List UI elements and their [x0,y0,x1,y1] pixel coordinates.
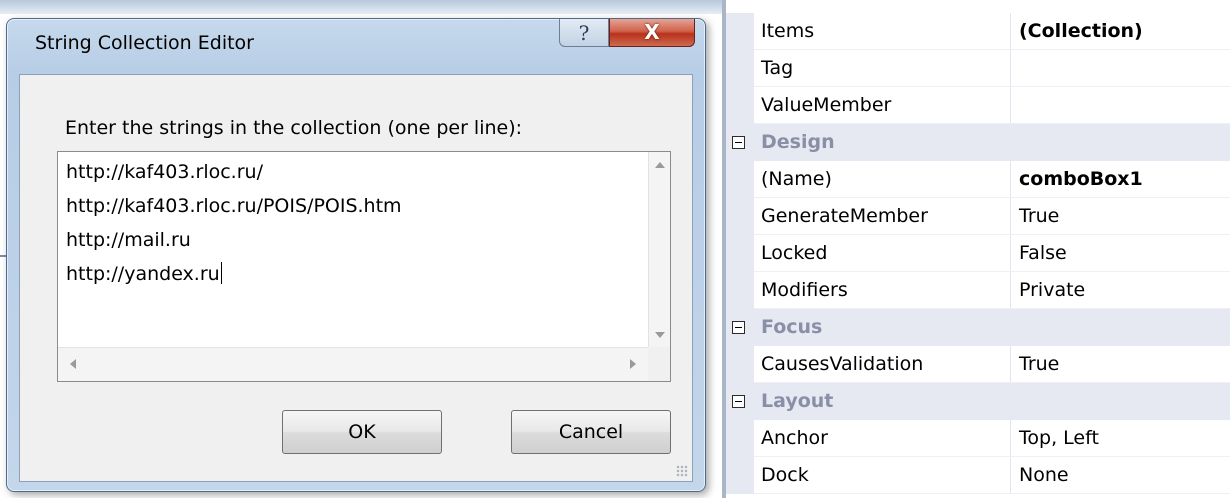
category-design[interactable]: Design [726,124,1230,161]
category-focus[interactable]: Focus [726,309,1230,346]
row-margin [726,161,754,198]
property-name: Dock [761,464,809,486]
property-value[interactable]: Private [1013,272,1230,309]
property-row-dock[interactable]: Dock None [726,457,1230,494]
row-margin [726,272,754,309]
property-name: Locked [761,242,828,264]
property-name: GenerateMember [761,205,928,227]
column-divider [1010,198,1011,235]
column-divider [1010,87,1011,124]
collapse-icon[interactable] [732,395,745,408]
column-divider [1010,457,1011,494]
column-divider [1010,272,1011,309]
string-collection-editor-dialog: String Collection Editor ? X Enter the s… [6,18,706,492]
collapse-icon[interactable] [732,136,745,149]
column-divider [1010,235,1011,272]
row-margin [726,87,754,124]
column-divider [1010,50,1011,87]
column-divider [1010,346,1011,383]
dialog-title: String Collection Editor [35,32,254,54]
help-icon: ? [578,21,590,45]
property-value[interactable]: Top, Left [1013,420,1230,457]
property-row-generatemember[interactable]: GenerateMember True [726,198,1230,235]
property-row-locked[interactable]: Locked False [726,235,1230,272]
property-value[interactable]: None [1013,457,1230,494]
help-button[interactable]: ? [559,19,609,47]
property-value[interactable]: (Collection) [1013,13,1230,50]
scroll-up-arrow-icon[interactable] [655,162,665,168]
row-margin [726,457,754,494]
property-name: Items [761,20,815,42]
text-line-with-caret: http://yandex.ru [66,257,648,291]
property-value[interactable]: False [1013,235,1230,272]
row-margin [726,420,754,457]
property-row-modifiers[interactable]: Modifiers Private [726,272,1230,309]
horizontal-scrollbar[interactable] [58,347,648,381]
property-value[interactable]: True [1013,198,1230,235]
prompt-label: Enter the strings in the collection (one… [65,117,523,139]
property-value[interactable]: True [1013,346,1230,383]
property-name: Tag [761,57,794,79]
dialog-client-area: Enter the strings in the collection (one… [19,74,693,482]
property-row-items[interactable]: Items (Collection) [726,13,1230,50]
close-button[interactable]: X [609,19,695,47]
property-name: Anchor [761,427,828,449]
property-name: ValueMember [761,94,892,116]
text-line: http://kaf403.rloc.ru/ [66,161,263,183]
category-layout[interactable]: Layout [726,383,1230,420]
close-icon: X [644,20,660,44]
property-row-tag[interactable]: Tag [726,50,1230,87]
textarea-content[interactable]: http://kaf403.rloc.ru/ http://kaf403.rlo… [66,155,648,291]
strings-textarea[interactable]: http://kaf403.rloc.ru/ http://kaf403.rlo… [57,151,671,382]
property-name: (Name) [761,168,832,190]
column-divider [1010,161,1011,198]
property-row-valuemember[interactable]: ValueMember [726,87,1230,124]
text-line: http://kaf403.rloc.ru/POIS/POIS.htm [66,195,402,217]
resize-grip-icon[interactable] [676,465,688,477]
text-caret [220,262,222,284]
text-line: http://yandex.ru [66,263,220,285]
property-name: Modifiers [761,279,848,301]
row-margin [726,346,754,383]
property-grid: Items (Collection) Tag ValueMember Desig… [726,0,1230,498]
property-value[interactable] [1013,50,1230,87]
text-line: http://mail.ru [66,229,191,251]
property-value[interactable] [1013,87,1230,124]
row-margin [726,235,754,272]
property-row-anchor[interactable]: Anchor Top, Left [726,420,1230,457]
category-label: Design [761,131,835,153]
vertical-scrollbar[interactable] [648,152,670,348]
row-margin [726,50,754,87]
column-divider [1010,420,1011,457]
scroll-right-arrow-icon[interactable] [630,359,636,369]
scroll-down-arrow-icon[interactable] [655,332,665,338]
column-divider [1010,13,1011,50]
row-margin [726,198,754,235]
property-value[interactable]: comboBox1 [1013,161,1230,198]
collapse-icon[interactable] [732,321,745,334]
cancel-button[interactable]: Cancel [511,410,671,454]
property-row-causesvalidation[interactable]: CausesValidation True [726,346,1230,383]
ok-button[interactable]: OK [282,410,442,454]
property-row-name[interactable]: (Name) comboBox1 [726,161,1230,198]
category-label: Layout [761,390,834,412]
category-label: Focus [761,316,823,338]
scroll-left-arrow-icon[interactable] [70,359,76,369]
property-name: CausesValidation [761,353,924,375]
row-margin [726,13,754,50]
scrollbar-corner [648,347,670,381]
designer-top-edge [0,0,722,14]
row-line [754,493,1230,494]
